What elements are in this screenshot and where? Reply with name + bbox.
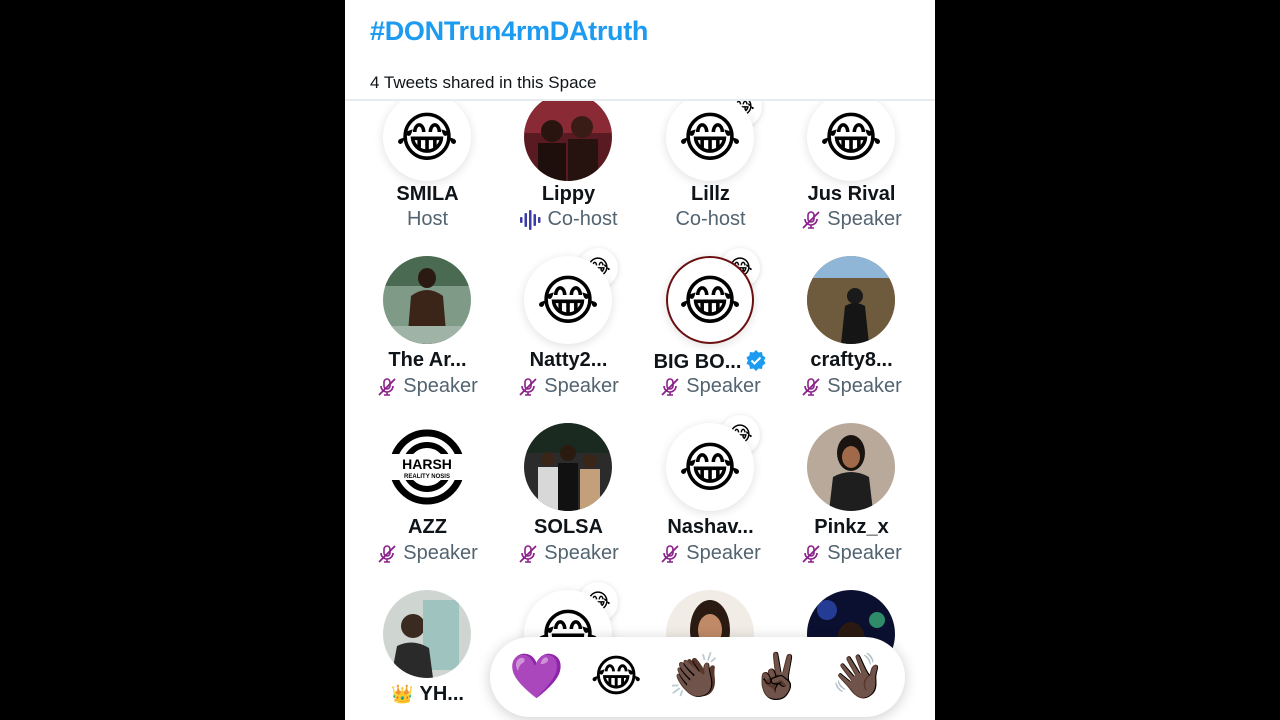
participant-name: YH... <box>419 683 464 705</box>
participant-role: Speaker <box>544 542 619 564</box>
crown-icon: 👑 <box>391 684 414 705</box>
participant-name: Jus Rival <box>807 183 896 205</box>
avatar-photo <box>807 423 895 511</box>
participant-azz[interactable]: HARSH REALITY NOSIS AZZ Speaker <box>357 423 498 564</box>
participant-role: Co-host <box>547 208 618 230</box>
participant-role-row: Speaker <box>498 542 639 565</box>
participant-lippy[interactable]: Lippy Co-host <box>498 101 639 236</box>
waving-hand-icon[interactable]: 👋🏿 <box>831 655 886 699</box>
avatar-photo <box>383 256 471 344</box>
participant-role: Speaker <box>686 542 761 564</box>
participant-yh[interactable]: 👑 YH... <box>357 590 498 720</box>
avatar[interactable] <box>807 423 895 511</box>
laughing-tears-icon[interactable]: 😂 <box>591 655 642 699</box>
participant-role: Speaker <box>827 375 902 397</box>
avatar[interactable] <box>383 590 471 678</box>
participants-grid: 😂 SMILA Host Lippy Co-host 😂 Lillz Co-ho… <box>345 101 935 720</box>
avatar[interactable] <box>807 256 895 344</box>
participant-role-row: Speaker <box>640 375 781 398</box>
avatar[interactable]: 😂 <box>807 101 895 181</box>
participant-role: Speaker <box>403 542 478 564</box>
avatar[interactable] <box>524 423 612 511</box>
avatar[interactable]: 😂 <box>383 101 471 181</box>
participant-the-ar[interactable]: The Ar... Speaker <box>357 256 498 397</box>
tweets-shared-count[interactable]: 4 Tweets shared in this Space <box>370 73 597 93</box>
purple-heart-icon[interactable]: 💜 <box>509 655 564 699</box>
avatar[interactable] <box>524 101 612 181</box>
participant-role: Speaker <box>403 375 478 397</box>
participant-lillz[interactable]: 😂 😂 Lillz Co-host <box>640 101 781 236</box>
participant-role: Co-host <box>675 208 746 230</box>
participant-big-bo[interactable]: 😂 😂 BIG BO... Speaker <box>640 248 781 397</box>
logo-text: HARSH <box>402 456 452 472</box>
avatar[interactable]: 😂 <box>666 423 754 511</box>
participant-name: Nashav... <box>667 516 754 538</box>
muted-mic-icon <box>519 544 537 563</box>
avatar-photo <box>524 101 612 181</box>
participant-name: crafty8... <box>810 349 893 371</box>
avatar[interactable] <box>383 256 471 344</box>
participant-name: SMILA <box>396 183 459 205</box>
reaction-bar: 💜 😂 👏🏿 ✌🏿 👋🏿 <box>490 637 905 717</box>
muted-mic-icon <box>661 377 679 396</box>
participant-name: BIG BO... <box>653 351 742 373</box>
participant-name: Pinkz_x <box>814 516 889 538</box>
muted-mic-icon <box>519 377 537 396</box>
speaking-icon <box>520 209 541 230</box>
avatar-photo <box>807 256 895 344</box>
space-panel: #DONTrun4rmDAtruth 4 Tweets shared in th… <box>345 0 935 720</box>
participant-name: Natty2... <box>529 349 608 371</box>
participant-role-row: Speaker <box>498 375 639 398</box>
participant-role-row: Speaker <box>781 208 922 231</box>
participant-jus-rival[interactable]: 😂 Jus Rival Speaker <box>781 101 922 236</box>
participant-name: SOLSA <box>534 516 603 538</box>
avatar-photo <box>383 590 471 678</box>
participant-role: Speaker <box>544 375 619 397</box>
participant-role-row: Host <box>357 208 498 231</box>
participant-role-row: Speaker <box>781 542 922 565</box>
participant-role: Speaker <box>827 208 902 230</box>
participant-role: Speaker <box>686 375 761 397</box>
participant-name: Lippy <box>541 183 596 205</box>
participant-role: Host <box>406 208 449 230</box>
muted-mic-icon <box>378 377 396 396</box>
participant-name: The Ar... <box>388 349 467 371</box>
participant-natty2[interactable]: 😂 😂 Natty2... Speaker <box>498 248 639 397</box>
avatar-photo <box>524 423 612 511</box>
logo-subtext: REALITY NOSIS <box>404 474 450 480</box>
participant-smila[interactable]: 😂 SMILA Host <box>357 101 498 236</box>
harsh-logo: HARSH REALITY NOSIS <box>383 423 471 511</box>
clapping-hands-icon[interactable]: 👏🏿 <box>668 655 723 699</box>
participant-role-row: Speaker <box>781 375 922 398</box>
avatar[interactable]: 😂 <box>666 101 754 181</box>
muted-mic-icon <box>802 377 820 396</box>
verified-badge-icon <box>746 350 766 371</box>
participant-name: Lillz <box>691 183 730 205</box>
muted-mic-icon <box>802 210 820 229</box>
participant-nashav[interactable]: 😂 😂 Nashav... Speaker <box>640 415 781 564</box>
participant-solsa[interactable]: SOLSA Speaker <box>498 423 639 564</box>
participant-name: AZZ <box>408 516 447 538</box>
participant-pinkz-x[interactable]: Pinkz_x Speaker <box>781 423 922 564</box>
participant-role-row: Co-host <box>498 208 639 231</box>
participant-name-row: BIG BO... <box>640 349 781 374</box>
participant-crafty8[interactable]: crafty8... Speaker <box>781 256 922 397</box>
muted-mic-icon <box>661 544 679 563</box>
participant-role-row: Speaker <box>357 542 498 565</box>
avatar[interactable]: 😂 <box>666 256 754 344</box>
victory-hand-icon[interactable]: ✌🏿 <box>750 655 805 699</box>
avatar[interactable]: HARSH REALITY NOSIS <box>383 423 471 511</box>
muted-mic-icon <box>378 544 396 563</box>
avatar[interactable]: 😂 <box>524 256 612 344</box>
participant-role-row: Speaker <box>357 375 498 398</box>
participant-role: Speaker <box>827 542 902 564</box>
participant-role-row: Co-host <box>640 208 781 231</box>
participant-role-row: Speaker <box>640 542 781 565</box>
space-title[interactable]: #DONTrun4rmDAtruth <box>370 16 648 47</box>
participant-name-row: 👑 YH... <box>357 683 498 706</box>
muted-mic-icon <box>802 544 820 563</box>
